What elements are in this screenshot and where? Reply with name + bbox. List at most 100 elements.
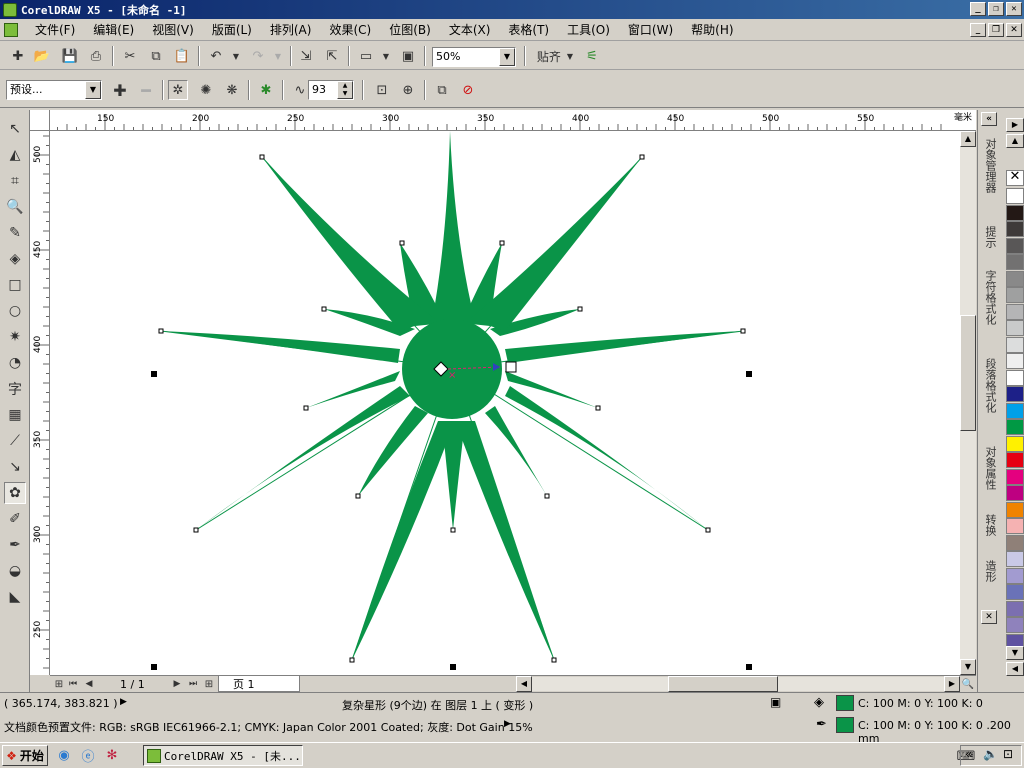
palette-swatch[interactable] bbox=[1006, 452, 1024, 468]
doc-minimize-button[interactable]: _ bbox=[970, 23, 986, 37]
interactive-fill-tool-icon[interactable]: ◣ bbox=[4, 586, 26, 608]
palette-scroll-down-icon[interactable]: ▼ bbox=[1006, 646, 1024, 660]
polygon-tool-icon[interactable]: ✷ bbox=[4, 326, 26, 348]
docker-tab-paragraph-formatting[interactable]: 段落格式化 bbox=[980, 358, 1000, 440]
drawing-canvas[interactable]: × bbox=[50, 131, 960, 675]
palette-swatch[interactable] bbox=[1006, 551, 1024, 567]
push-pull-distortion-icon[interactable]: ✲ bbox=[168, 80, 188, 100]
complex-star-drawing[interactable]: × bbox=[50, 131, 960, 675]
scroll-left-icon[interactable]: ◀ bbox=[516, 676, 532, 692]
menu-effects[interactable]: 效果(C) bbox=[320, 21, 380, 38]
palette-swatch[interactable] bbox=[1006, 353, 1024, 369]
palette-swatch[interactable] bbox=[1006, 237, 1024, 254]
docker-tab-transform[interactable]: 转换 bbox=[980, 514, 1000, 554]
vertical-scroll-thumb[interactable] bbox=[960, 315, 976, 431]
object-details-icon[interactable]: ▣ bbox=[770, 695, 781, 709]
close-docker-icon[interactable]: ✕ bbox=[981, 610, 997, 624]
undo-icon[interactable]: ↶ bbox=[206, 46, 226, 66]
import-icon[interactable]: ⇲ bbox=[296, 46, 316, 66]
menu-layout[interactable]: 版面(L) bbox=[203, 21, 261, 38]
palette-swatch[interactable] bbox=[1006, 617, 1024, 633]
palette-swatch[interactable] bbox=[1006, 254, 1024, 270]
export-icon[interactable]: ⇱ bbox=[322, 46, 342, 66]
zoom-level-combo[interactable]: 50% ▼ bbox=[432, 47, 516, 67]
menu-bitmaps[interactable]: 位图(B) bbox=[380, 21, 440, 38]
add-preset-icon[interactable]: ✚ bbox=[110, 80, 130, 100]
palette-swatch[interactable] bbox=[1006, 534, 1024, 551]
options-icon[interactable]: ⚟ bbox=[582, 46, 602, 66]
expand-status-icon[interactable]: ▶ bbox=[120, 697, 127, 707]
welcome-screen-icon[interactable]: ▣ bbox=[398, 46, 418, 66]
chrome-quicklaunch-icon[interactable]: ◉ bbox=[54, 745, 74, 765]
network-icon[interactable]: ⊡ bbox=[1003, 747, 1013, 761]
chevron-down-icon[interactable]: ▼ bbox=[85, 81, 101, 99]
clear-distortion-icon[interactable]: ⊘ bbox=[458, 80, 478, 100]
palette-swatch[interactable] bbox=[1006, 485, 1024, 501]
menu-file[interactable]: 文件(F) bbox=[26, 21, 84, 38]
doc-restore-button[interactable]: ❐ bbox=[988, 23, 1004, 37]
fill-color-swatch[interactable] bbox=[836, 695, 854, 711]
menu-window[interactable]: 窗口(W) bbox=[619, 21, 682, 38]
palette-swatch[interactable] bbox=[1006, 336, 1024, 353]
docker-tab-hints[interactable]: 提示 bbox=[980, 226, 1000, 264]
vertical-scrollbar[interactable]: ▲ ▼ bbox=[960, 131, 976, 675]
cut-icon[interactable]: ✂ bbox=[120, 46, 140, 66]
add-new-distortion-icon[interactable]: ✱ bbox=[256, 80, 276, 100]
ie-quicklaunch-icon[interactable]: ⓔ bbox=[78, 745, 98, 765]
chevron-down-icon[interactable]: ▼ bbox=[499, 48, 515, 66]
amplitude-field[interactable]: 93 ▲ ▼ bbox=[308, 80, 354, 100]
menu-tools[interactable]: 工具(O) bbox=[558, 21, 619, 38]
application-launcher-icon[interactable]: ▭ bbox=[356, 46, 376, 66]
palette-scroll-up-2-icon[interactable]: ▲ bbox=[1006, 134, 1024, 148]
docker-tab-object-properties[interactable]: 对象属性 bbox=[980, 446, 1000, 508]
convert-to-curves-icon[interactable]: ⊕ bbox=[398, 80, 418, 100]
connector-tool-icon[interactable]: ↘ bbox=[4, 456, 26, 478]
last-page-icon[interactable]: ⏭ bbox=[186, 674, 200, 694]
page-tab[interactable]: 页 1 bbox=[218, 676, 300, 692]
insert-page-after-icon[interactable]: ⊞ bbox=[202, 674, 216, 694]
menu-help[interactable]: 帮助(H) bbox=[682, 21, 742, 38]
palette-swatch[interactable] bbox=[1006, 600, 1024, 617]
print-icon[interactable]: ⎙ bbox=[86, 46, 106, 66]
app-quicklaunch-icon[interactable]: ✻ bbox=[102, 745, 122, 765]
shape-tool-icon[interactable]: ◭ bbox=[4, 144, 26, 166]
palette-expand-icon[interactable]: ◀ bbox=[1006, 662, 1024, 676]
remove-preset-icon[interactable]: ━ bbox=[136, 80, 156, 100]
palette-swatch[interactable] bbox=[1006, 584, 1024, 600]
outline-pen-tool-icon[interactable]: ✒ bbox=[4, 534, 26, 556]
profile-expand-icon[interactable]: ▶ bbox=[504, 719, 511, 729]
palette-swatch[interactable] bbox=[1006, 270, 1024, 287]
launcher-dropdown-icon[interactable]: ▼ bbox=[376, 46, 396, 66]
center-distortion-icon[interactable]: ⊡ bbox=[372, 80, 392, 100]
horizontal-scroll-thumb[interactable] bbox=[668, 676, 778, 692]
collapse-dockers-icon[interactable]: « bbox=[981, 112, 997, 126]
palette-swatch[interactable] bbox=[1006, 468, 1024, 485]
palette-swatch[interactable] bbox=[1006, 303, 1024, 320]
minimize-button[interactable]: _ bbox=[970, 2, 986, 16]
docker-tab-shaping[interactable]: 造形 bbox=[980, 560, 1000, 604]
fill-tool-icon[interactable]: ◒ bbox=[4, 560, 26, 582]
next-page-icon[interactable]: ▶ bbox=[170, 674, 184, 694]
horizontal-ruler[interactable]: 150 200 250 300 350 400 450 500 550 毫米 bbox=[50, 110, 976, 131]
dimension-tool-icon[interactable]: ⟋ bbox=[4, 430, 26, 452]
open-folder-icon[interactable]: 📂 bbox=[32, 46, 52, 66]
save-icon[interactable]: 💾 bbox=[60, 46, 80, 66]
scroll-up-icon[interactable]: ▲ bbox=[960, 131, 976, 147]
rectangle-tool-icon[interactable]: □ bbox=[4, 274, 26, 296]
vertical-ruler[interactable]: 500 450 400 350 300 250 bbox=[30, 131, 50, 675]
palette-swatch[interactable] bbox=[1006, 435, 1024, 452]
distort-tool-icon[interactable]: ✿ bbox=[4, 482, 26, 504]
zoom-tool-icon[interactable]: 🔍 bbox=[4, 196, 26, 218]
docker-tab-character-formatting[interactable]: 字符格式化 bbox=[980, 270, 1000, 352]
palette-swatch[interactable] bbox=[1006, 287, 1024, 303]
palette-swatch[interactable] bbox=[1006, 188, 1024, 204]
redo-icon[interactable]: ↷ bbox=[248, 46, 268, 66]
menu-text[interactable]: 文本(X) bbox=[440, 21, 500, 38]
no-color-swatch[interactable]: ✕ bbox=[1006, 170, 1024, 186]
first-page-icon[interactable]: ⏮ bbox=[66, 674, 80, 694]
palette-swatch[interactable] bbox=[1006, 518, 1024, 534]
undo-dropdown-icon[interactable]: ▼ bbox=[226, 46, 246, 66]
menu-view[interactable]: 视图(V) bbox=[143, 21, 203, 38]
taskbar-item-coreldraw[interactable]: CorelDRAW X5 - [未... bbox=[143, 745, 303, 766]
scroll-right-icon[interactable]: ▶ bbox=[944, 676, 960, 692]
